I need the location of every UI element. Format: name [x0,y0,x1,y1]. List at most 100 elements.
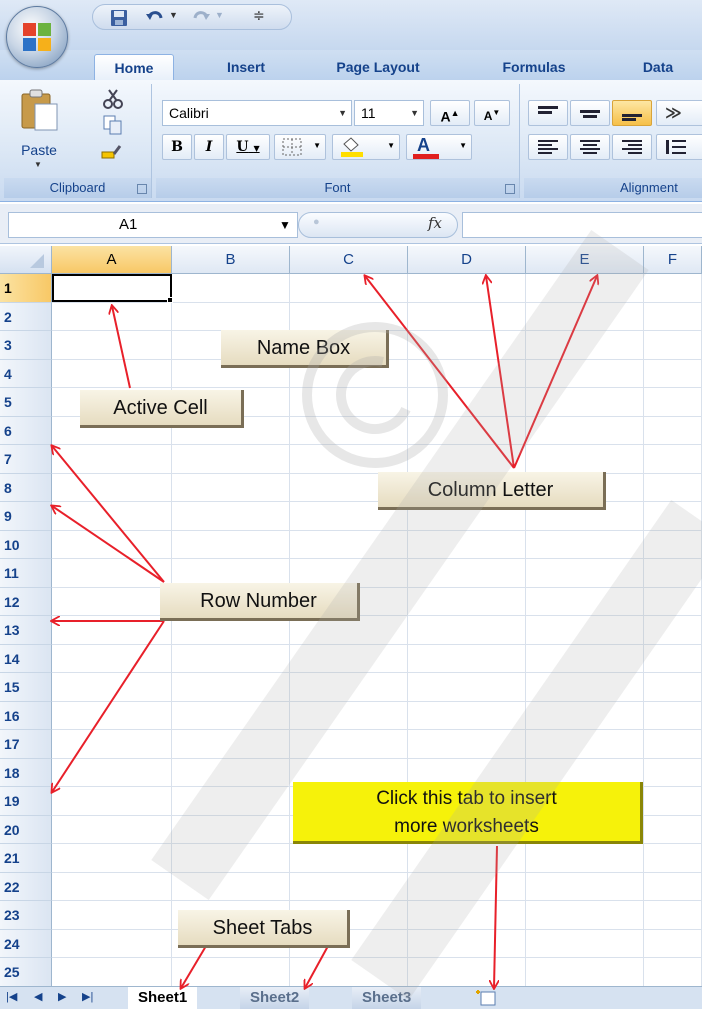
fill-handle[interactable] [167,297,173,303]
chevron-down-icon: ▼ [338,108,347,118]
sheet-tab-bar: |◀ ◀ ▶ ▶| Sheet1 Sheet2 Sheet3 [0,986,702,1009]
indent-button[interactable] [656,134,702,160]
align-right-button[interactable] [612,134,652,160]
row-header-21[interactable]: 21 [0,844,52,873]
cut-icon[interactable] [102,88,124,110]
grid-row-line [52,558,702,559]
row-header-3[interactable]: 3 [0,331,52,360]
sheet-tab-sheet3[interactable]: Sheet3 [352,987,422,1009]
row-header-7[interactable]: 7 [0,445,52,474]
save-icon[interactable] [109,8,129,28]
underline-button[interactable]: U ▼ [226,134,270,160]
grid-row-line [52,957,702,958]
cancel-icon[interactable]: ● [313,216,320,228]
copy-icon[interactable] [102,114,124,136]
next-sheet-icon[interactable]: ▶ [58,990,66,1003]
row-header-24[interactable]: 24 [0,929,52,958]
row-header-23[interactable]: 23 [0,901,52,930]
grid-row-line [52,615,702,616]
borders-button[interactable]: ▼ [274,134,326,160]
row-header-14[interactable]: 14 [0,644,52,673]
office-logo-icon [23,23,51,51]
grid-row-line [52,387,702,388]
sheet-tab-sheet2[interactable]: Sheet2 [240,987,310,1009]
row-header-15[interactable]: 15 [0,673,52,702]
font-color-button[interactable]: A ▼ [406,134,472,160]
customize-icon[interactable]: ≑ [253,7,265,24]
grid-column-line [407,274,408,986]
grid-row-line [52,586,702,588]
fill-color-button[interactable]: ▼ [332,134,400,160]
tab-data[interactable]: Data [628,54,688,80]
row-header-10[interactable]: 10 [0,530,52,559]
redo-dropdown-icon[interactable]: ▼ [215,10,224,20]
column-header-f[interactable]: F [644,246,702,274]
format-painter-icon[interactable] [100,140,122,162]
tab-insert[interactable]: Insert [208,54,284,80]
font-size-select[interactable]: 11 ▼ [354,100,424,126]
row-header-20[interactable]: 20 [0,815,52,844]
tab-home[interactable]: Home [94,54,174,80]
callout-insert-line2: more worksheets [394,816,539,837]
row-header-17[interactable]: 17 [0,730,52,759]
paste-button[interactable]: Paste ▼ [10,88,68,172]
select-all-button[interactable] [0,246,52,274]
align-left-button[interactable] [528,134,568,160]
row-header-18[interactable]: 18 [0,758,52,787]
row-header-11[interactable]: 11 [0,559,52,588]
tab-page-layout[interactable]: Page Layout [318,54,438,80]
italic-button[interactable]: I [194,134,224,160]
column-header-e[interactable]: E [526,246,644,274]
prev-sheet-icon[interactable]: ◀ [34,990,42,1003]
undo-dropdown-icon[interactable]: ▼ [169,10,178,20]
grow-font-button[interactable]: A▲ [430,100,470,126]
orientation-button[interactable]: ≫ [656,100,702,126]
grid-row-line [52,900,702,901]
bold-button[interactable]: B [162,134,192,160]
paste-icon [21,89,58,131]
row-header-5[interactable]: 5 [0,388,52,417]
first-sheet-icon[interactable]: |◀ [6,990,17,1003]
chevron-down-icon[interactable]: ▼ [279,213,291,237]
row-header-6[interactable]: 6 [0,416,52,445]
row-header-12[interactable]: 12 [0,587,52,616]
grid-row-line [52,444,702,445]
name-box[interactable]: A1 ▼ [8,212,298,238]
insert-function-button[interactable]: fx [428,214,442,232]
row-header-8[interactable]: 8 [0,473,52,502]
clipboard-launcher-icon[interactable] [137,184,147,194]
last-sheet-icon[interactable]: ▶| [82,990,93,1003]
row-header-2[interactable]: 2 [0,302,52,331]
column-header-b[interactable]: B [172,246,290,274]
insert-worksheet-icon[interactable] [474,989,498,1007]
grid-row-line [52,643,702,645]
font-name-select[interactable]: Calibri ▼ [162,100,352,126]
tab-formulas[interactable]: Formulas [484,54,584,80]
undo-icon[interactable] [145,8,165,28]
row-header-25[interactable]: 25 [0,958,52,986]
font-launcher-icon[interactable] [505,184,515,194]
column-header-d[interactable]: D [408,246,526,274]
redo-icon[interactable] [191,8,211,28]
align-top-button[interactable] [528,100,568,126]
active-cell-a1[interactable] [52,274,172,302]
formula-input[interactable] [462,212,702,238]
column-header-c[interactable]: C [290,246,408,274]
row-header-4[interactable]: 4 [0,359,52,388]
row-header-9[interactable]: 9 [0,502,52,531]
row-header-13[interactable]: 13 [0,616,52,645]
align-center-button[interactable] [570,134,610,160]
align-middle-button[interactable] [570,100,610,126]
sheet-tab-sheet1[interactable]: Sheet1 [128,987,198,1009]
row-header-16[interactable]: 16 [0,701,52,730]
align-left-icon [538,140,558,154]
row-header-22[interactable]: 22 [0,872,52,901]
shrink-font-button[interactable]: A▼ [474,100,510,126]
callout-active-cell: Active Cell [80,390,244,428]
align-bottom-button[interactable] [612,100,652,126]
office-button[interactable] [6,6,68,68]
column-header-a[interactable]: A [52,246,172,274]
row-header-1[interactable]: 1 [0,274,52,303]
row-header-19[interactable]: 19 [0,787,52,816]
quick-access-toolbar: ▼ ▼ ≑ [92,4,292,30]
